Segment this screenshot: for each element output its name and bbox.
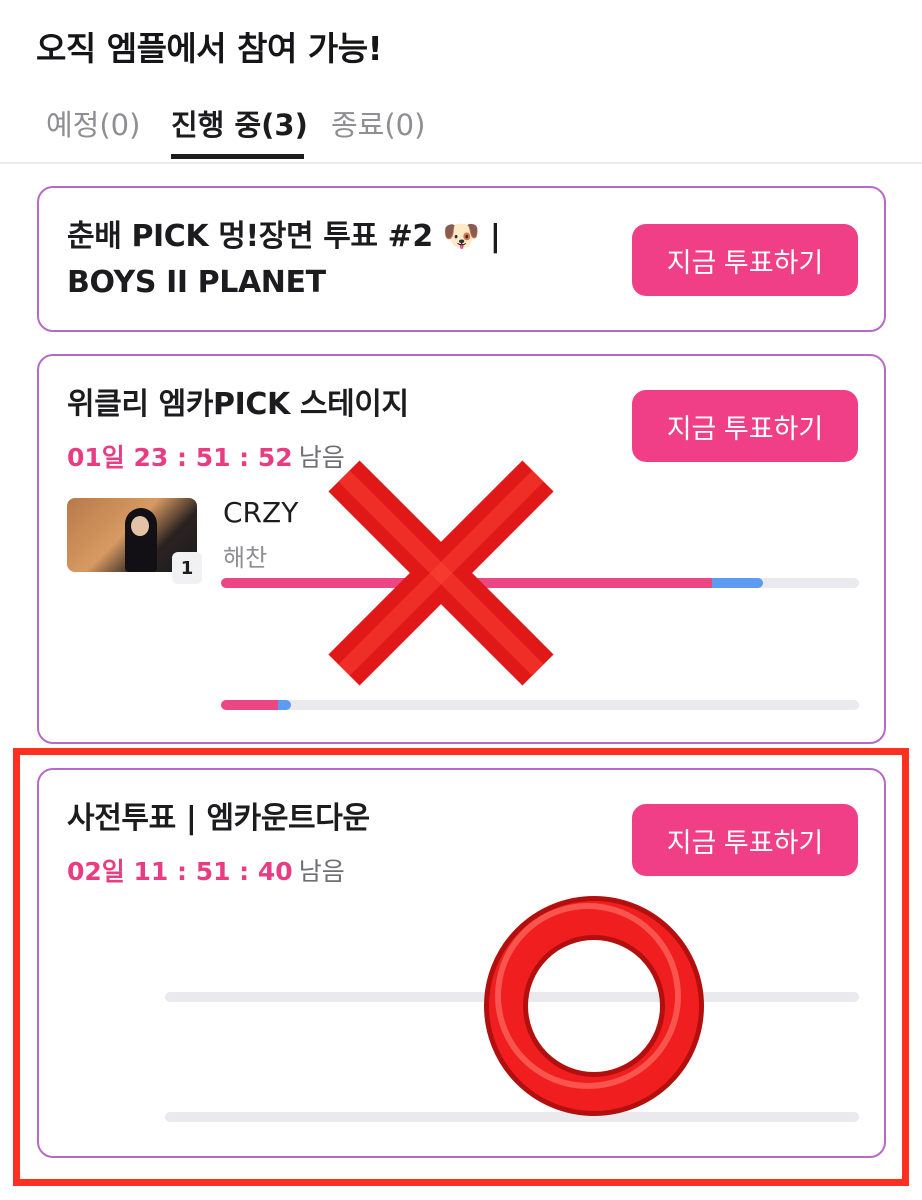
tab-ongoing[interactable]: 진행 중(3)	[171, 102, 308, 144]
artist-name: 해찬	[223, 544, 268, 572]
card-title: 춘배 PICK 멍!장면 투표 #2 🐶 | BOYS II PLANET	[67, 214, 501, 306]
tab-upcoming[interactable]: 예정(0)	[46, 102, 140, 144]
card-title: 위클리 엠카PICK 스테이지	[67, 387, 409, 422]
red-x-icon	[328, 460, 554, 686]
vote-now-button[interactable]: 지금 투표하기	[632, 390, 858, 462]
vote-bar-blue	[712, 578, 764, 588]
active-tab-indicator	[171, 154, 304, 159]
song-title: CRZY	[223, 496, 299, 529]
vote-bar-pink	[221, 700, 279, 710]
highlight-frame	[13, 748, 909, 1186]
vote-progress-bar	[221, 700, 859, 710]
page-title: 오직 엠플에서 참여 가능!	[36, 29, 383, 68]
vote-now-button[interactable]: 지금 투표하기	[632, 224, 858, 296]
vote-card-boys-planet[interactable]: 춘배 PICK 멍!장면 투표 #2 🐶 | BOYS II PLANET 지금…	[37, 186, 886, 332]
vote-bar-blue	[278, 700, 292, 710]
rank-badge: 1	[172, 552, 202, 584]
status-tabs: 예정(0) 진행 중(3) 종료(0)	[0, 92, 922, 164]
red-o-icon	[484, 896, 704, 1116]
countdown-timer: 01일 23 : 51 : 52 남음	[67, 438, 345, 474]
card-title-line1: 춘배 PICK 멍!장면 투표 #2 🐶 |	[67, 219, 501, 254]
tab-ended[interactable]: 종료(0)	[331, 102, 425, 144]
card-title-line2: BOYS II PLANET	[67, 265, 326, 300]
thumbnail-face	[131, 516, 149, 536]
timer-value: 01일 23 : 51 : 52	[67, 443, 293, 472]
